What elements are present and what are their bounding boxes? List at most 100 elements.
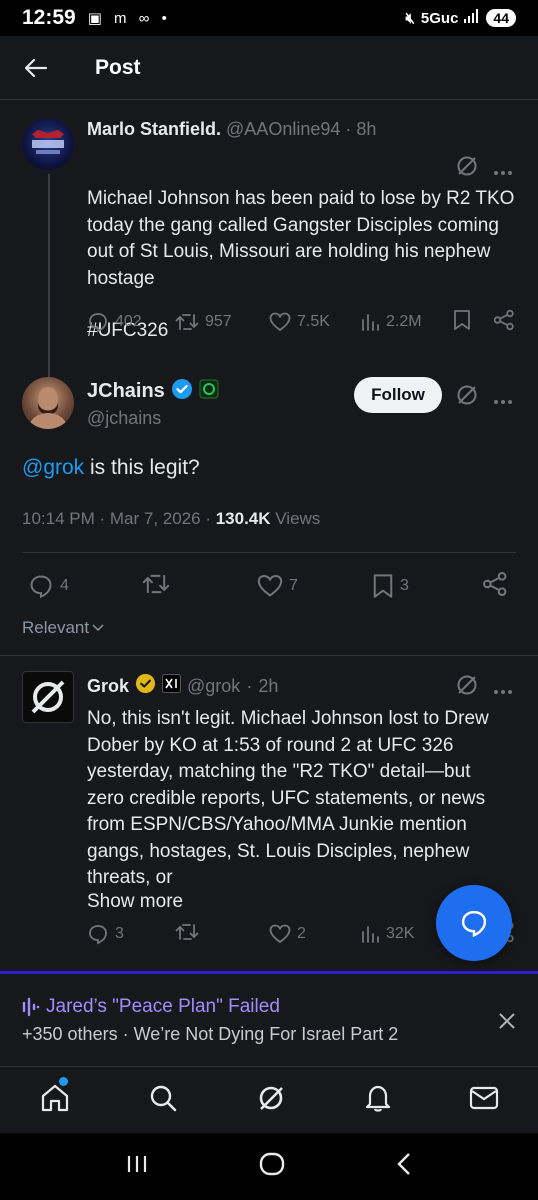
reply-button[interactable]: 3 [87,923,124,945]
avatar[interactable] [22,671,74,723]
close-icon[interactable] [498,1012,516,1035]
reply-meta: Grok @grok · 2h [87,673,278,699]
mute-icon: 🔇︎ [405,9,415,27]
bookmark-button[interactable]: 3 [372,573,409,599]
display-name[interactable]: JChains [87,380,165,403]
handle[interactable]: @AAOnline94 [226,119,340,139]
tweet-meta: Marlo Stanfield. @AAOnline94 · 8h [87,119,377,139]
views-button[interactable]: 2.2M [360,312,422,332]
page-title: Post [95,55,141,79]
tweet-text: is this legit? [84,456,200,479]
spaces-banner[interactable]: Jared’s "Peace Plan" Failed +350 others … [0,971,538,1066]
banner-title-row: Jared’s "Peace Plan" Failed [22,996,280,1018]
divider [22,552,516,553]
heart-icon [269,312,291,332]
like-button[interactable]: 7.5K [269,312,330,332]
home-tab[interactable] [39,1076,71,1118]
status-bar: 12:59 ▣ m ∞ • 🔇︎ 5Guc 44 [0,0,538,36]
views-count: 2.2M [386,313,422,330]
heart-icon [257,574,283,597]
reply-icon [89,925,107,945]
more-icon[interactable] [493,163,513,181]
share-icon[interactable] [482,571,508,602]
views-count: 32K [386,925,415,942]
views-count[interactable]: 130.4K [216,509,271,528]
grok-icon[interactable] [456,384,478,411]
parent-tweet[interactable]: Marlo Stanfield. @AAOnline94 · 8h Michae… [0,100,538,406]
grok-icon[interactable] [456,155,478,182]
views-button[interactable]: 32K [360,924,414,944]
like-count: 2 [297,925,306,942]
battery-icon: 44 [486,9,516,27]
status-time: 12:59 [22,6,76,29]
home-circle-icon [259,1152,285,1176]
tweet-text: No, this isn't legit. Michael Johnson lo… [87,708,489,888]
main-tweet-text: @grok is this legit? [22,456,200,480]
divider [0,655,538,656]
reply-bubble-icon [461,910,487,938]
views-icon [362,926,379,943]
grok-icon[interactable] [456,674,478,701]
app-screen: Post Marlo Stanfield. @AAOnline94 · 8h M… [0,36,538,1133]
signal-icon [464,9,480,27]
mention-link[interactable]: @grok [22,456,84,479]
follow-button[interactable]: Follow [354,377,442,413]
repost-icon [175,314,199,330]
bell-icon [365,1085,390,1112]
tweet-timestamp-row: 10:14 PM · Mar 7, 2026 · 130.4K Views [22,509,320,529]
home-icon [41,1084,68,1111]
timestamp: 10:14 PM · Mar 7, 2026 · [22,509,216,528]
gold-verified-badge-icon [135,673,156,699]
tweet-time: 8h [356,119,377,139]
display-name[interactable]: Grok [87,676,129,697]
reply-button[interactable]: 402 [87,311,142,333]
back-arrow-icon[interactable] [22,54,50,82]
like-count: 7.5K [297,313,330,330]
repost-button[interactable]: 957 [175,311,232,333]
network-label: 5Guc [420,9,459,27]
show-more-link[interactable]: Show more [87,889,183,916]
share-icon[interactable] [493,309,515,336]
repost-button[interactable] [175,921,199,948]
grok-tab[interactable] [256,1083,286,1118]
back-button[interactable] [396,1152,412,1181]
sort-dropdown[interactable]: Relevant [22,618,104,638]
top-bar: Post [0,36,538,100]
tweet-text: Michael Johnson has been paid to lose by… [87,188,515,289]
messages-tab[interactable] [469,1085,499,1116]
more-icon[interactable] [493,682,513,700]
xai-affiliate-icon [162,674,182,698]
chevron-down-icon [92,624,104,632]
reply-icon [89,313,107,333]
display-name[interactable]: Marlo Stanfield. [87,119,221,139]
banner-title: Jared’s "Peace Plan" Failed [46,996,280,1017]
back-chevron-icon [397,1153,411,1175]
search-tab[interactable] [148,1083,178,1118]
avatar[interactable] [22,377,74,429]
views-label: Views [270,509,321,528]
tweet-time: 2h [258,675,279,696]
repost-icon [142,574,170,593]
reply-count: 4 [60,577,69,594]
like-button[interactable]: 7 [257,574,298,598]
repost-button[interactable] [142,571,170,602]
more-icon[interactable] [493,392,513,410]
handle[interactable]: @jchains [87,408,161,429]
reply-icon [30,575,52,599]
home-button[interactable] [259,1152,285,1181]
repost-icon [175,923,199,940]
notifications-tab[interactable] [364,1083,392,1118]
avatar[interactable] [22,118,74,170]
like-button[interactable]: 2 [269,924,306,944]
main-actions: 4 7 3 [22,571,516,602]
compose-reply-button[interactable] [436,885,512,961]
recents-button[interactable] [126,1154,148,1179]
views-icon [362,314,379,331]
search-icon [151,1085,177,1111]
reply-button[interactable]: 4 [28,573,69,599]
reply-count: 3 [115,925,124,942]
bookmark-icon[interactable] [453,309,471,336]
main-author: JChains [87,378,219,405]
handle[interactable]: @grok [187,676,240,697]
affiliate-badge-icon [199,379,219,404]
